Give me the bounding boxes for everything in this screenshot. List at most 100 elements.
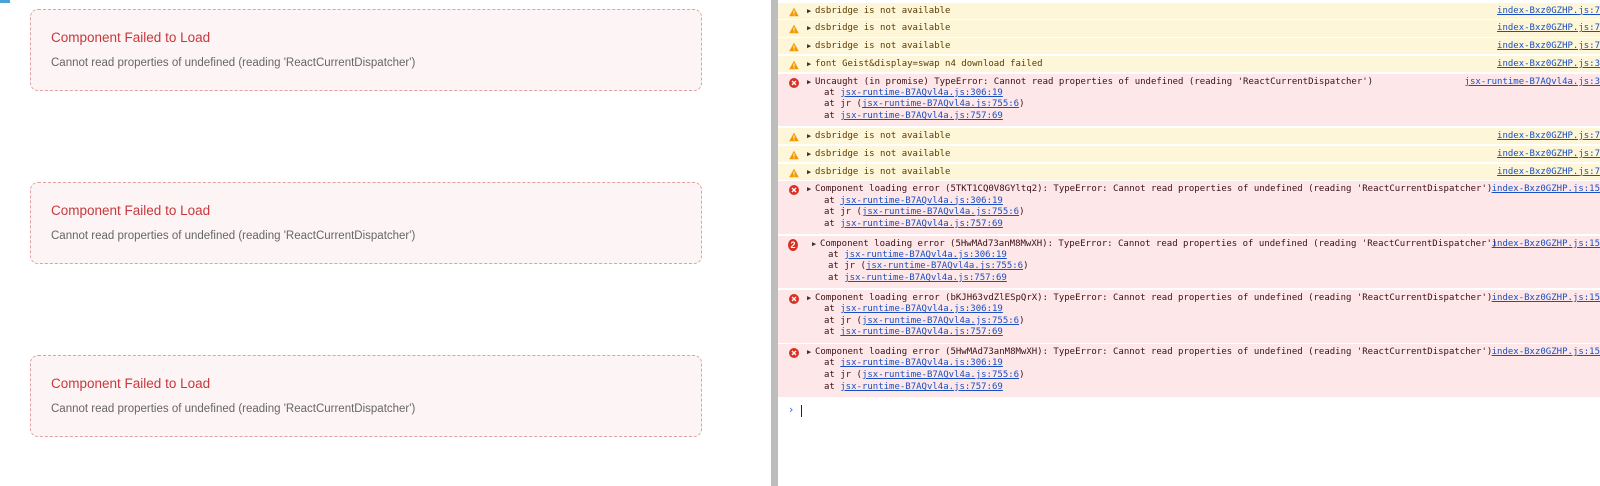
stack-frame-link[interactable]: jsx-runtime-B7AQvl4a.js:306:19 xyxy=(844,250,1007,260)
source-link[interactable]: index-Bxz0GZHP.js:7 xyxy=(1497,41,1600,52)
stack-frame-link[interactable]: jsx-runtime-B7AQvl4a.js:306:19 xyxy=(840,196,1003,206)
console-warning-message[interactable]: ▶ dsbridge is not available index-Bxz0GZHP… xyxy=(778,2,1600,20)
source-link[interactable]: index-Bxz0GZHP.js:7 xyxy=(1497,131,1600,142)
expand-caret-icon[interactable]: ▶ xyxy=(807,23,811,34)
stack-frame-link[interactable]: jsx-runtime-B7AQvl4a.js:755:6 xyxy=(862,207,1019,217)
error-circle-icon xyxy=(789,185,799,196)
stack-frame-prefix: at xyxy=(828,273,845,284)
expand-caret-icon[interactable]: ▶ xyxy=(807,41,811,52)
source-link[interactable]: index-Bxz0GZHP.js:15 xyxy=(1492,293,1600,304)
console-warning-message[interactable]: ▶ font Geist&display=swap n4 download fai… xyxy=(778,55,1600,74)
error-card-message: Cannot read properties of undefined (rea… xyxy=(51,230,416,242)
error-count-badge: 2 xyxy=(788,238,798,251)
component-error-card: Component Failed to Load Cannot read pro… xyxy=(30,182,702,264)
app-pane: Component Failed to Load Cannot read pro… xyxy=(0,0,771,486)
chevron-right-icon: › xyxy=(789,402,794,416)
console-error-message[interactable]: 2 ▶ Component loading error (5HwMAd73anM8M… xyxy=(778,235,1600,290)
stack-frame: at jr (jsx-runtime-B7AQvl4a.js:755:6) xyxy=(824,370,1025,382)
console-message-text: dsbridge is not available xyxy=(815,131,951,141)
console-message-text: dsbridge is not available xyxy=(815,41,951,52)
expand-caret-icon[interactable]: ▶ xyxy=(807,77,811,88)
stack-frame-link[interactable]: jsx-runtime-B7AQvl4a.js:757:69 xyxy=(840,327,1003,337)
console-error-message[interactable]: ▶ Uncaught (in promise) TypeError: Cannot… xyxy=(778,73,1600,128)
console-error-message[interactable]: ▶ Component loading error (5HwMAd73anM8Mw… xyxy=(778,344,1600,399)
source-link[interactable]: jsx-runtime-B7AQvl4a.js:3 xyxy=(1465,77,1600,88)
stack-frame: at jsx-runtime-B7AQvl4a.js:757:69 xyxy=(824,327,1003,339)
console-message-text: dsbridge is not available xyxy=(815,148,951,159)
stack-frame: at jr (jsx-runtime-B7AQvl4a.js:755:6) xyxy=(824,99,1025,111)
console-message-text: Component loading error (bKJH63vdZlESpQr… xyxy=(815,293,1493,303)
console-error-message[interactable]: ▶ Component loading error (bKJH63vdZlESpQ… xyxy=(778,290,1600,344)
expand-caret-icon[interactable]: ▶ xyxy=(807,167,811,178)
expand-caret-icon[interactable]: ▶ xyxy=(807,293,811,304)
expand-caret-icon[interactable]: ▶ xyxy=(807,149,811,160)
error-card-title: Component Failed to Load xyxy=(51,30,211,45)
source-link[interactable]: index-Bxz0GZHP.js:7 xyxy=(1497,149,1600,160)
stack-frame-suffix: ) xyxy=(1023,261,1029,272)
console-error-message[interactable]: ▶ Component loading error (5TKT1CQ0V8GYlt… xyxy=(778,181,1600,236)
expand-caret-icon[interactable]: ▶ xyxy=(807,131,811,142)
stack-frame-prefix: at xyxy=(824,327,841,338)
source-link[interactable]: index-Bxz0GZHP.js:7 xyxy=(1497,6,1600,17)
expand-caret-icon[interactable]: ▶ xyxy=(807,347,811,358)
stack-frame-prefix: at xyxy=(824,87,841,98)
stack-frame-link[interactable]: jsx-runtime-B7AQvl4a.js:755:6 xyxy=(862,99,1019,109)
console-warning-message[interactable]: ▶ dsbridge is not available index-Bxz0GZHP… xyxy=(778,128,1600,146)
expand-caret-icon[interactable]: ▶ xyxy=(812,239,816,250)
stack-frame-link[interactable]: jsx-runtime-B7AQvl4a.js:757:69 xyxy=(844,273,1007,283)
stack-frame-prefix: at xyxy=(824,111,841,122)
component-error-card: Component Failed to Load Cannot read pro… xyxy=(30,355,702,437)
console-message-text: dsbridge is not available xyxy=(815,23,951,34)
error-card-message: Cannot read properties of undefined (rea… xyxy=(51,403,416,415)
stack-frame: at jsx-runtime-B7AQvl4a.js:306:19 xyxy=(824,304,1003,316)
error-card-message: Cannot read properties of undefined (rea… xyxy=(51,57,416,69)
stack-frame: at jsx-runtime-B7AQvl4a.js:306:19 xyxy=(828,250,1007,262)
stack-frame-link[interactable]: jsx-runtime-B7AQvl4a.js:306:19 xyxy=(840,88,1003,98)
expand-caret-icon[interactable]: ▶ xyxy=(807,59,811,70)
stack-frame-link[interactable]: jsx-runtime-B7AQvl4a.js:757:69 xyxy=(840,219,1003,229)
stack-frame: at jsx-runtime-B7AQvl4a.js:757:69 xyxy=(824,111,1003,123)
stack-frame: at jsx-runtime-B7AQvl4a.js:757:69 xyxy=(824,382,1003,394)
source-link[interactable]: index-Bxz0GZHP.js:15 xyxy=(1492,347,1600,358)
stack-frame: at jr (jsx-runtime-B7AQvl4a.js:755:6) xyxy=(828,261,1029,273)
warning-triangle-icon xyxy=(789,60,799,70)
expand-caret-icon[interactable]: ▶ xyxy=(807,184,811,195)
source-link[interactable]: index-Bxz0GZHP.js:7 xyxy=(1497,23,1600,34)
source-link[interactable]: index-Bxz0GZHP.js:3 xyxy=(1497,59,1600,70)
console-warning-message[interactable]: ▶ dsbridge is not available index-Bxz0GZHP… xyxy=(778,20,1600,38)
stack-frame-link[interactable]: jsx-runtime-B7AQvl4a.js:755:6 xyxy=(862,316,1019,326)
stack-frame-prefix: at jr ( xyxy=(824,370,862,381)
console-message-text: Uncaught (in promise) TypeError: Cannot … xyxy=(815,76,1374,87)
console-prompt[interactable]: › xyxy=(778,402,1600,420)
console-warning-message[interactable]: ▶ dsbridge is not available index-Bxz0GZHP… xyxy=(778,163,1600,181)
console-message-text: dsbridge is not available xyxy=(815,5,951,16)
error-circle-icon xyxy=(789,348,799,359)
stack-frame-prefix: at xyxy=(824,381,841,392)
console-warning-message[interactable]: ▶ dsbridge is not available index-Bxz0GZHP… xyxy=(778,38,1600,56)
stack-frame-link[interactable]: jsx-runtime-B7AQvl4a.js:757:69 xyxy=(840,111,1003,121)
console-message-text: dsbridge is not available xyxy=(815,166,951,177)
stack-frame: at jsx-runtime-B7AQvl4a.js:757:69 xyxy=(828,273,1007,285)
source-link[interactable]: index-Bxz0GZHP.js:15 xyxy=(1492,239,1600,250)
stack-frame-suffix: ) xyxy=(1019,315,1025,326)
stack-frame: at jsx-runtime-B7AQvl4a.js:306:19 xyxy=(824,88,1003,100)
error-circle-icon xyxy=(789,294,799,304)
stack-frame-prefix: at xyxy=(824,358,841,369)
source-link[interactable]: index-Bxz0GZHP.js:15 xyxy=(1492,184,1600,195)
console-message-text: font Geist&display=swap n4 download fail… xyxy=(815,58,1043,69)
error-count: 2 xyxy=(788,238,798,251)
stack-frame-link[interactable]: jsx-runtime-B7AQvl4a.js:755:6 xyxy=(862,370,1019,380)
expand-caret-icon[interactable]: ▶ xyxy=(807,6,811,17)
source-link[interactable]: index-Bxz0GZHP.js:7 xyxy=(1497,167,1600,178)
devtools-splitter[interactable] xyxy=(771,0,778,486)
stack-frame-prefix: at xyxy=(824,218,841,229)
stack-frame-prefix: at xyxy=(824,195,841,206)
console-warning-message[interactable]: ▶ dsbridge is not available index-Bxz0GZHP… xyxy=(778,145,1600,164)
stack-frame-link[interactable]: jsx-runtime-B7AQvl4a.js:755:6 xyxy=(866,261,1023,271)
warning-triangle-icon xyxy=(789,132,799,142)
text-cursor xyxy=(801,404,802,417)
warning-triangle-icon xyxy=(789,168,799,178)
stack-frame-link[interactable]: jsx-runtime-B7AQvl4a.js:306:19 xyxy=(840,358,1003,368)
stack-frame-link[interactable]: jsx-runtime-B7AQvl4a.js:757:69 xyxy=(840,382,1003,392)
stack-frame-link[interactable]: jsx-runtime-B7AQvl4a.js:306:19 xyxy=(840,304,1003,314)
